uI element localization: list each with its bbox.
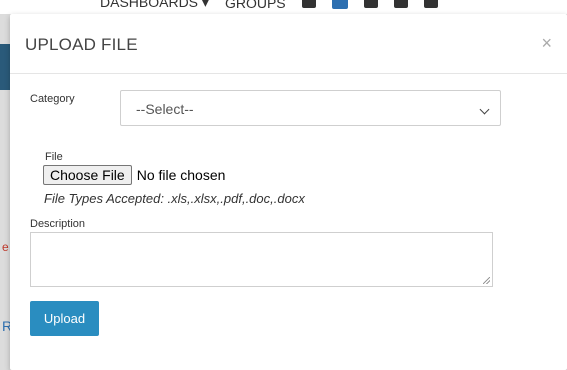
mail-icon[interactable] xyxy=(423,0,438,8)
file-input[interactable]: Choose File No file chosen xyxy=(43,165,225,185)
file-label: File xyxy=(45,151,63,163)
resize-handle-icon[interactable] xyxy=(483,277,490,284)
background-left-fragment: e xyxy=(2,240,9,254)
upload-file-modal: UPLOAD FILE × Category --Select-- File C… xyxy=(10,14,567,370)
bar-chart-icon[interactable] xyxy=(393,0,408,8)
description-label: Description xyxy=(30,218,86,230)
modal-header: UPLOAD FILE × xyxy=(10,14,567,74)
chevron-down-icon xyxy=(479,104,490,115)
accepted-file-types: File Types Accepted: .xls,.xlsx,.pdf,.do… xyxy=(44,191,305,206)
category-selected-value: --Select-- xyxy=(136,101,194,117)
folder-icon[interactable] xyxy=(331,0,348,9)
close-icon[interactable]: × xyxy=(541,34,552,52)
nav-groups[interactable]: GROUPS xyxy=(225,0,286,11)
background-nav: DASHBOARDS ▾ GROUPS xyxy=(100,0,438,11)
category-label: Category xyxy=(30,93,75,105)
choose-file-button[interactable]: Choose File xyxy=(43,165,132,185)
calendar-icon[interactable] xyxy=(363,0,378,8)
background-app-header: DASHBOARDS ▾ GROUPS xyxy=(0,0,567,14)
user-icon[interactable] xyxy=(301,0,316,8)
nav-dashboards[interactable]: DASHBOARDS ▾ xyxy=(100,0,209,11)
file-status: No file chosen xyxy=(136,167,226,183)
category-select[interactable]: --Select-- xyxy=(120,90,501,126)
description-textarea[interactable] xyxy=(30,232,493,287)
upload-button[interactable]: Upload xyxy=(30,301,99,336)
modal-title: UPLOAD FILE xyxy=(25,35,138,54)
